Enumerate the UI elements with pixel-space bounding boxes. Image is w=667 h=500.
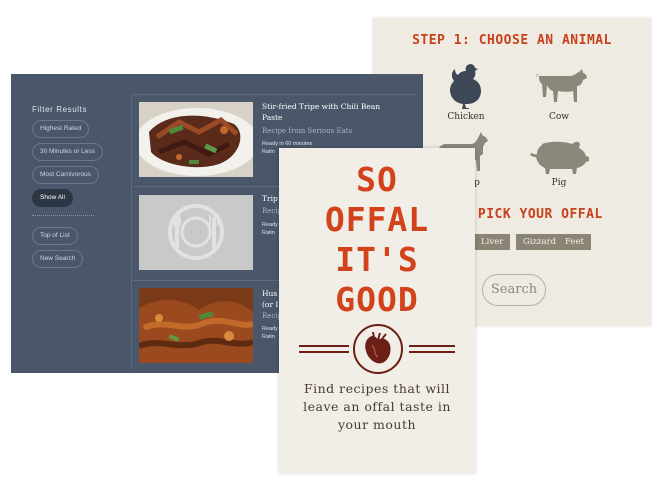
animal-option-pig[interactable]: Pig <box>514 136 604 188</box>
ornament-line-right-top <box>409 345 455 347</box>
poster-headline: SO OFFAL IT'S GOOD <box>279 160 475 320</box>
panel-divider <box>131 94 132 369</box>
poster-tagline: Find recipes that will leave an offal ta… <box>303 381 451 432</box>
poster-card: SO OFFAL IT'S GOOD Find recipes that wil… <box>279 148 475 473</box>
recipe-time-3: Ready <box>262 326 278 332</box>
row-separator <box>133 280 289 281</box>
chicken-icon <box>450 64 481 109</box>
headline-line-4: GOOD <box>335 280 419 319</box>
recipe-rating-1: Ratin <box>262 149 275 155</box>
new-search-button[interactable]: New Search <box>32 250 84 268</box>
recipe-rating-2: Ratin <box>262 230 275 236</box>
headline-line-2: OFFAL <box>324 200 430 239</box>
offal-option-gizzard[interactable]: Gizzard <box>516 234 564 250</box>
animal-label-cow: Cow <box>548 112 569 122</box>
recipe-thumbnail-2[interactable] <box>139 195 253 270</box>
recipe-title-3[interactable]: Hus (or I <box>262 288 280 310</box>
filter-results-title: Filter Results <box>32 105 88 114</box>
filter-divider <box>32 215 94 216</box>
recipe-thumbnail-1[interactable] <box>139 102 253 177</box>
step1-title: STEP 1: CHOOSE AN ANIMAL <box>412 33 612 48</box>
offal-option-feet[interactable]: Feet <box>558 234 591 250</box>
headline-line-3: IT'S <box>335 240 419 279</box>
recipe-source-1: Recipe from Serious Eats <box>262 127 353 135</box>
filter-most-carnivorous[interactable]: Most Carnivorous <box>32 166 99 184</box>
filter-show-all[interactable]: Show All <box>32 189 73 207</box>
recipe-time-1: Ready in 60 minutes <box>262 141 313 147</box>
recipe-thumbnail-3[interactable] <box>139 288 253 363</box>
search-button[interactable]: Search <box>482 274 546 306</box>
recipe-title-1[interactable]: Stir-fried Tripe with Chili Bean Paste <box>262 101 392 123</box>
animal-option-cow[interactable]: Cow <box>514 64 604 122</box>
ornament-line-right-bottom <box>409 351 455 353</box>
top-of-list-button[interactable]: Top of List <box>32 227 78 245</box>
pig-icon <box>530 141 589 174</box>
recipe-rating-3: Ratin <box>262 334 275 340</box>
headline-line-1: SO <box>356 160 398 199</box>
row-separator <box>133 94 415 95</box>
plate-cutlery-icon <box>139 195 253 270</box>
animal-label-chicken: Chicken <box>447 112 485 122</box>
row-separator <box>133 186 289 187</box>
ornament-line-left-top <box>299 345 349 347</box>
filter-30-minutes[interactable]: 30 Minutes or Less <box>32 143 103 161</box>
ornament-line-left-bottom <box>299 351 349 353</box>
animal-option-chicken[interactable]: Chicken <box>421 58 511 122</box>
recipe-time-2: Ready <box>262 222 278 228</box>
filter-highest-rated[interactable]: Highest Rated <box>32 120 90 138</box>
animal-label-pig: Pig <box>551 178 567 188</box>
offal-option-liver[interactable]: Liver <box>474 234 511 250</box>
cow-icon <box>536 69 587 102</box>
heart-emblem-icon <box>353 324 403 374</box>
